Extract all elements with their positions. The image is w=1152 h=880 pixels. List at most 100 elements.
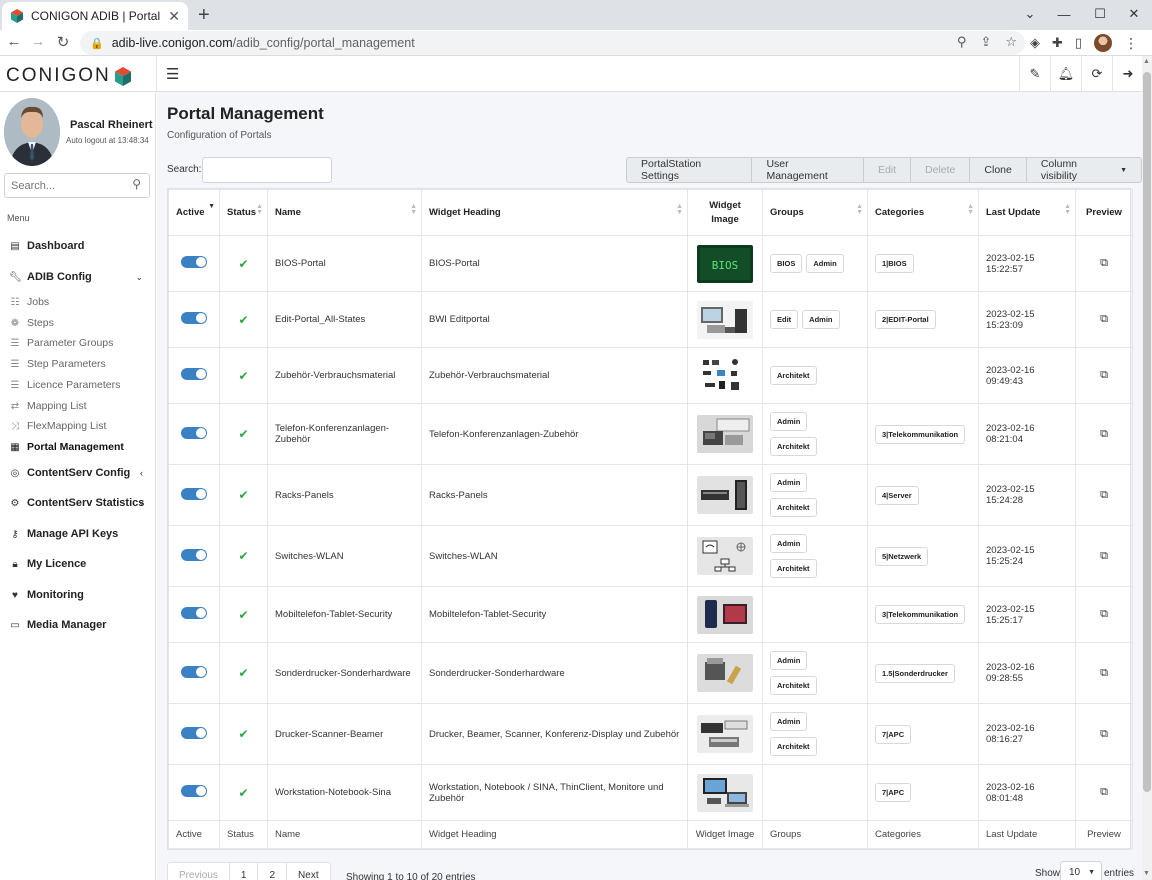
tab-search-icon[interactable]: ⌄ [1012,0,1048,28]
bell-icon[interactable]: 🔔︎ [1050,56,1081,92]
external-link-icon[interactable]: ⧉ [1100,608,1108,620]
search-icon[interactable]: ⚲ [132,177,141,191]
table-row[interactable]: ✔ Telefon-Konferenzanlagen-Zubehör Telef… [168,403,1133,465]
sidebar-search-input[interactable] [11,178,121,194]
active-toggle[interactable] [181,785,207,797]
sidebar-item-label: Jobs [27,296,50,308]
column-header-groups[interactable]: Groups ▲ ▼ [762,189,868,236]
column-header-status[interactable]: Status ▲ ▼ [219,189,268,236]
puzzle-icon[interactable]: ✚ [1052,35,1063,51]
minimize-icon[interactable]: — [1046,0,1082,28]
logout-icon[interactable]: ➜ [1112,56,1143,92]
sidebar-item-media-manager[interactable]: ▭ Media Manager [0,615,155,635]
more-menu-icon[interactable]: ⋮ [1124,35,1138,52]
sidebar-item-manage-api-keys[interactable]: ⚷ Manage API Keys [0,524,155,544]
clone-button[interactable]: Clone [970,158,1027,182]
table-row[interactable]: ✔ Edit-Portal_All-States BWI Editportal … [168,291,1133,348]
table-row[interactable]: ✔ Racks-Panels Racks-Panels Admin Archite… [168,464,1133,526]
sidebar-item-contentserv-statistics[interactable]: ⚙ ContentServ Statistics ‹ [0,493,155,513]
column-header-active[interactable]: Active ▼ [168,189,220,236]
active-toggle[interactable] [181,607,207,619]
external-link-icon[interactable]: ⧉ [1100,786,1108,798]
sidebar-item-step-parameters[interactable]: ☰ Step Parameters [0,354,155,374]
edit-icon[interactable]: ✎ [1019,56,1050,92]
maximize-icon[interactable]: ☐ [1082,0,1118,28]
sidebar-item-mapping-list[interactable]: ⇄ Mapping List [0,396,155,416]
bookmark-star-icon[interactable]: ☆ [1005,34,1017,50]
sidebar-item-licence-parameters[interactable]: ☰ Licence Parameters [0,375,155,395]
column-header-last-update[interactable]: Last Update ▲ ▼ [978,189,1076,236]
external-link-icon[interactable]: ⧉ [1100,667,1108,679]
new-tab-icon[interactable]: + [198,4,210,27]
active-toggle[interactable] [181,665,207,678]
edit-button[interactable]: Edit [863,158,912,182]
sidebar-item-my-licence[interactable]: 🔒︎ My Licence [0,554,155,574]
external-link-icon[interactable]: ⧉ [1100,428,1108,440]
table-row[interactable]: ✔ Workstation-Notebook-Sina Workstation,… [168,764,1133,821]
table-search-input[interactable] [202,157,332,183]
external-link-icon[interactable]: ⧉ [1100,550,1108,562]
address-bar[interactable]: 🔒 adib-live.conigon.com/adib_config/port… [80,31,1025,55]
table-row[interactable]: ✔ Switches-WLAN Switches-WLAN Admin Archi… [168,525,1133,587]
active-toggle[interactable] [181,368,207,380]
table-row[interactable]: ✔ Zubehör-Verbrauchsmaterial Zubehör-Ver… [168,347,1133,404]
active-toggle[interactable] [181,256,207,268]
extension-icon[interactable]: ◈ [1030,35,1040,51]
sidebar-item-portal-management[interactable]: ▦ Portal Management [0,437,155,457]
scroll-down-icon[interactable]: ▼ [1143,870,1150,877]
close-tab-icon[interactable]: ✕ [168,8,180,25]
page-size-select[interactable]: 10 ▼ [1060,861,1102,880]
column-header-name[interactable]: Name ▲ ▼ [267,189,422,236]
active-toggle[interactable] [181,726,207,739]
active-toggle[interactable] [181,487,207,500]
sidebar-item-adib-config[interactable]: 🔧︎ ADIB Config ⌄ [0,267,155,287]
column-header-widget-image[interactable]: Widget Image [687,189,763,236]
back-icon[interactable]: ← [4,33,24,50]
sidebar-item-monitoring[interactable]: ♥ Monitoring [0,585,155,605]
sidebar-item-contentserv-config[interactable]: ◎ ContentServ Config ‹ [0,463,155,483]
user-management-button[interactable]: User Management [752,158,864,182]
portalstation-settings-button[interactable]: PortalStation Settings [627,158,753,182]
next-page-button[interactable]: Next [287,863,330,880]
external-link-icon[interactable]: ⧉ [1100,369,1108,381]
conigon-logo[interactable]: CONIGON [6,65,132,87]
groups-cell: Admin Architekt [762,525,868,587]
reload-icon[interactable]: ↻ [53,33,73,51]
column-header-categories[interactable]: Categories ▲ ▼ [867,189,979,236]
column-visibility-button[interactable]: Column visibility ▼ [1026,158,1141,182]
active-toggle[interactable] [181,426,207,439]
share-icon[interactable]: ⇪ [980,34,991,50]
external-link-icon[interactable]: ⧉ [1100,489,1108,501]
previous-page-button[interactable]: Previous [168,863,230,880]
external-link-icon[interactable]: ⧉ [1100,728,1108,740]
active-toggle[interactable] [181,548,207,561]
sidebar-item-flexmapping-list[interactable]: ⤨ FlexMapping List [0,416,155,436]
zoom-icon[interactable]: ⚲ [957,34,967,50]
table-row[interactable]: ✔ Mobiltelefon-Tablet-Security Mobiltele… [168,586,1133,643]
table-row[interactable]: ✔ Drucker-Scanner-Beamer Drucker, Beamer… [168,703,1133,765]
column-header-preview[interactable]: Preview [1075,189,1133,236]
profile-avatar-icon[interactable] [1094,34,1113,52]
table-row[interactable]: ✔ Sonderdrucker-Sonderhardware Sonderdru… [168,642,1133,704]
refresh-icon[interactable]: ⟳ [1081,56,1112,92]
table-row[interactable]: ✔ BIOS-Portal BIOS-Portal BIOS BIOS Admin… [168,235,1133,292]
page-2-button[interactable]: 2 [258,863,288,880]
sidebar-item-jobs[interactable]: ☷ Jobs [0,292,155,312]
sidebar-item-parameter-groups[interactable]: ☰ Parameter Groups [0,333,155,353]
window-close-icon[interactable]: ✕ [1116,0,1152,28]
sidebar-item-dashboard[interactable]: ▤ Dashboard [0,236,155,256]
side-panel-icon[interactable]: ▯ [1075,35,1082,51]
external-link-icon[interactable]: ⧉ [1100,313,1108,325]
sidebar-item-steps[interactable]: ❁ Steps [0,313,155,333]
scroll-up-icon[interactable]: ▲ [1143,58,1150,65]
hamburger-menu-icon[interactable]: ☰ [166,65,179,83]
browser-tab[interactable]: CONIGON ADIB | Portal Managem ✕ [2,2,188,30]
column-header-widget-heading[interactable]: Widget Heading ▲ ▼ [421,189,688,236]
delete-button[interactable]: Delete [911,158,971,182]
forward-icon[interactable]: → [28,33,48,50]
active-toggle[interactable] [181,312,207,324]
external-link-icon[interactable]: ⧉ [1100,257,1108,269]
paw-icon: ❁ [10,317,20,329]
page-1-button[interactable]: 1 [230,863,259,880]
scrollbar-thumb[interactable] [1143,72,1151,792]
